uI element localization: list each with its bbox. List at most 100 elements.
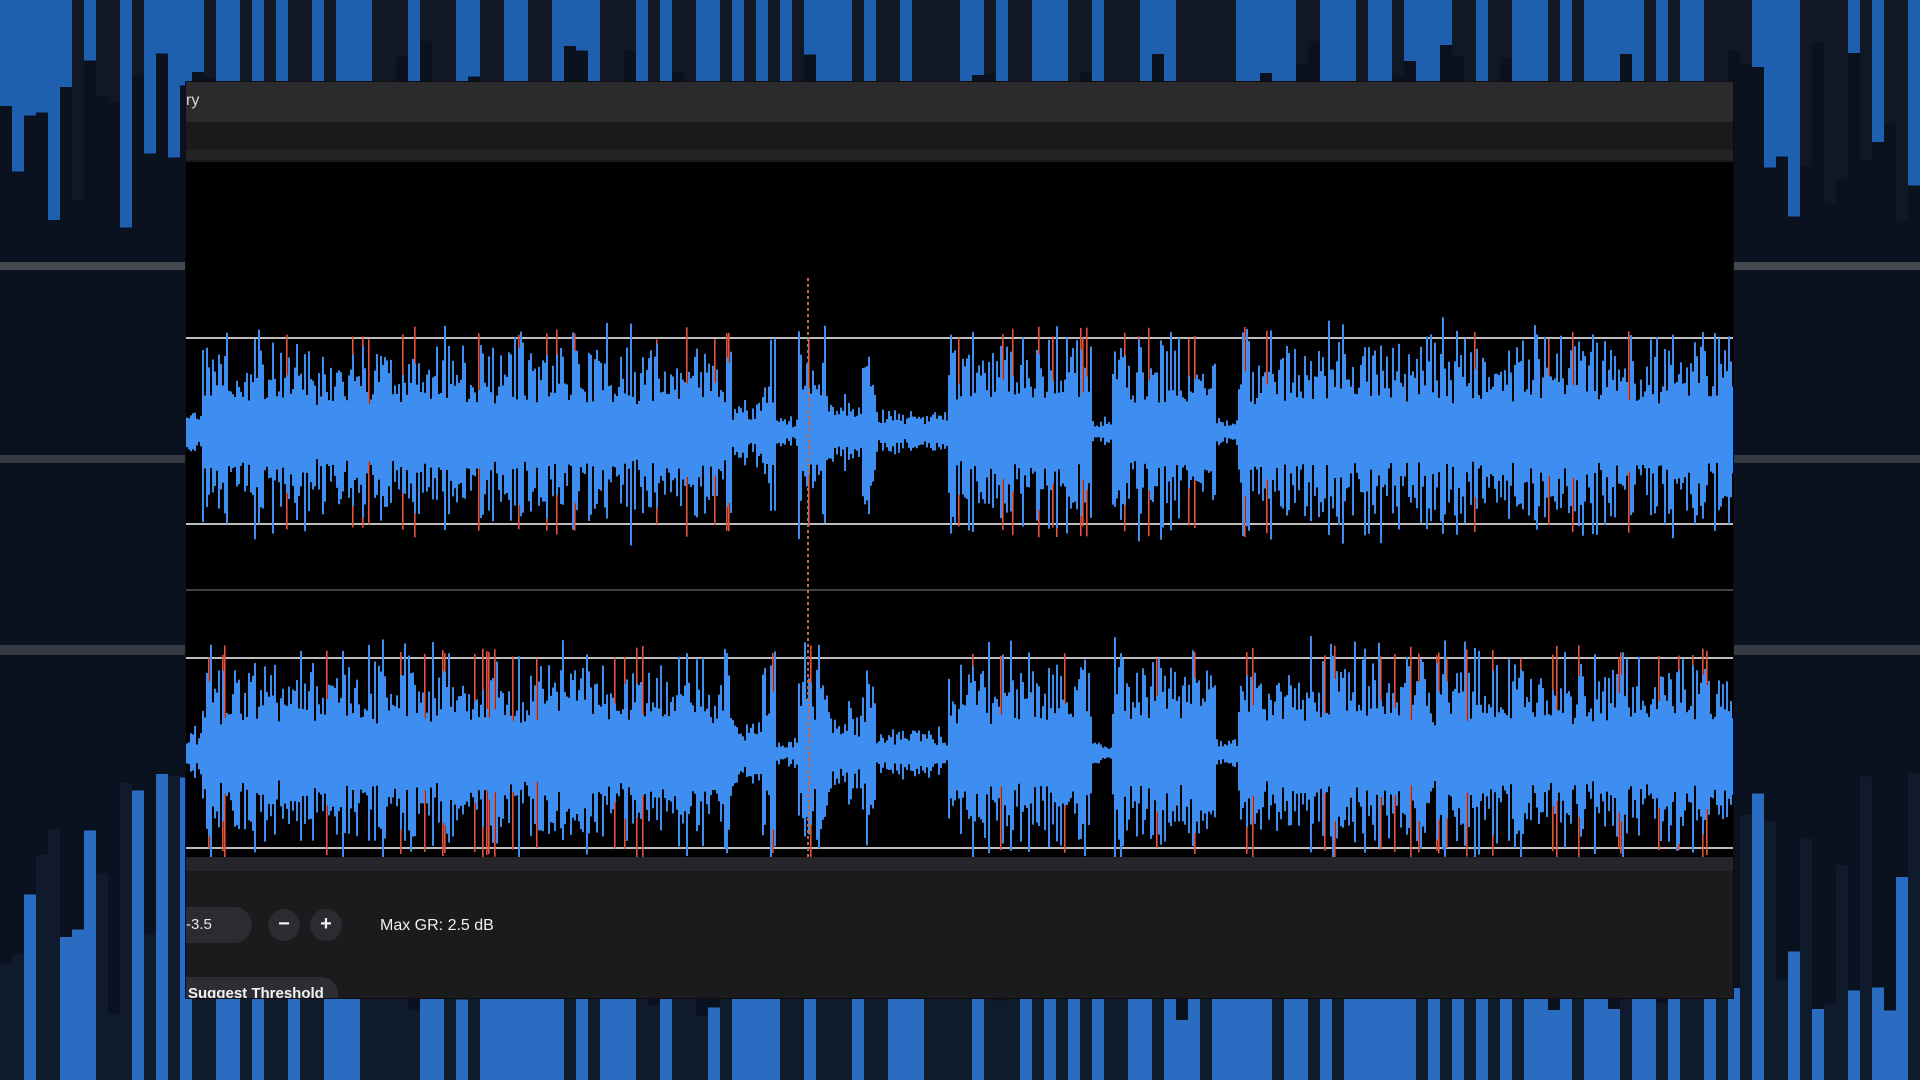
waveform-sample (1050, 708, 1052, 793)
waveform-sample (804, 642, 806, 837)
waveform-sample (1428, 361, 1430, 509)
waveform-sample (502, 385, 504, 476)
background-wave-bar (960, 0, 972, 83)
waveform-sample (1604, 341, 1606, 525)
waveform-sample (858, 736, 860, 770)
waveform-sample (1244, 700, 1246, 803)
threshold-input[interactable]: -3.5 (186, 907, 252, 943)
waveform-sample (1068, 372, 1070, 497)
waveform-sample (640, 682, 642, 819)
waveform-sample (1262, 376, 1264, 501)
waveform-sample (1378, 642, 1380, 847)
waveform-sample (460, 696, 462, 806)
waveform-sample (454, 712, 456, 805)
waveform-sample (942, 419, 944, 445)
background-wave-bar (24, 0, 36, 116)
waveform-sample (1580, 360, 1582, 505)
waveform-sample (496, 395, 498, 474)
waveform-sample (522, 342, 524, 513)
waveform-sample (1190, 391, 1192, 481)
waveform-sample (1376, 374, 1378, 487)
waveform-sample (1534, 325, 1536, 521)
waveform-sample (446, 397, 448, 470)
waveform-sample (1246, 328, 1248, 527)
waveform-sample (202, 350, 204, 523)
waveform-sample (456, 700, 458, 821)
background-wave-bar (1908, 0, 1920, 186)
waveform-sample (1026, 359, 1028, 487)
waveform-sample (1684, 689, 1686, 811)
waveform-sample (1626, 382, 1628, 476)
waveform-sample (1588, 712, 1590, 792)
waveform-sample (904, 423, 906, 440)
waveform-sample (1522, 340, 1524, 510)
waveform-sample (694, 711, 696, 794)
waveform-sample (700, 372, 702, 487)
waveform-sample (1344, 354, 1346, 502)
background-wave-bar (36, 0, 48, 113)
waveform-view[interactable]: 0s26s36s52s01m:05s01m:18s01m:30s01m:43s0… (186, 162, 1733, 927)
waveform-sample (1412, 371, 1414, 486)
background-wave-bar (1728, 987, 1740, 1080)
waveform-sample (246, 717, 248, 790)
waveform-sample (396, 695, 398, 807)
background-wave-bar (60, 0, 72, 87)
waveform-sample (756, 734, 758, 775)
waveform-sample (376, 723, 378, 786)
waveform-sample (1284, 696, 1286, 812)
waveform-sample (1254, 672, 1256, 824)
waveform-sample (1236, 745, 1238, 763)
increase-threshold-button[interactable]: + (310, 909, 342, 941)
waveform-sample (1008, 391, 1010, 485)
waveform-sample (618, 710, 620, 797)
scroll-track[interactable] (186, 150, 1733, 160)
waveform-sample (778, 742, 780, 765)
waveform-sample (1024, 388, 1026, 476)
waveform-sample (682, 379, 684, 480)
waveform-sample (542, 688, 544, 832)
waveform-sample (752, 723, 754, 784)
waveform-sample (1084, 367, 1086, 503)
waveform-sample (1698, 382, 1700, 484)
waveform-sample (502, 692, 504, 819)
waveform-sample (192, 734, 194, 771)
waveform-sample (648, 672, 650, 822)
waveform-sample (1576, 384, 1578, 481)
waveform-sample (1354, 641, 1356, 843)
waveform-sample (1352, 692, 1354, 822)
waveform-sample (268, 696, 270, 805)
waveform-sample (1576, 704, 1578, 805)
background-wave-bar (60, 936, 72, 1080)
waveform-sample (1554, 378, 1556, 502)
waveform-sample (1676, 381, 1678, 484)
background-wave-bar (1896, 0, 1908, 221)
waveform-sample (1600, 394, 1602, 471)
waveform-sample (1498, 712, 1500, 799)
background-wave-bar (1308, 0, 1320, 41)
waveform-sample (420, 392, 422, 472)
waveform-sample (1300, 391, 1302, 470)
waveform-sample (882, 409, 884, 451)
decrease-threshold-button[interactable]: − (268, 909, 300, 941)
suggest-threshold-button[interactable]: Suggest Threshold (186, 977, 338, 998)
waveform-sample (1326, 398, 1328, 466)
waveform-sample (958, 383, 960, 495)
waveform-sample (1508, 350, 1510, 519)
waveform-sample (832, 406, 834, 462)
waveform-sample (476, 402, 478, 469)
window-titlebar: ry (186, 82, 1733, 122)
waveform-sample (914, 416, 916, 447)
waveform-sample (486, 386, 488, 480)
waveform-sample (714, 382, 716, 476)
background-wave-bar (1836, 0, 1848, 181)
waveform-sample (444, 671, 446, 826)
background-wave-bar (1524, 983, 1536, 1080)
waveform-sample (548, 665, 550, 834)
waveform-sample (1672, 706, 1674, 802)
waveform-sample (1422, 370, 1424, 487)
waveform-sample (854, 416, 856, 450)
waveform-sample (462, 685, 464, 815)
waveform-sample (1558, 710, 1560, 793)
waveform-sample (486, 708, 488, 791)
waveform-sample (1490, 389, 1492, 475)
